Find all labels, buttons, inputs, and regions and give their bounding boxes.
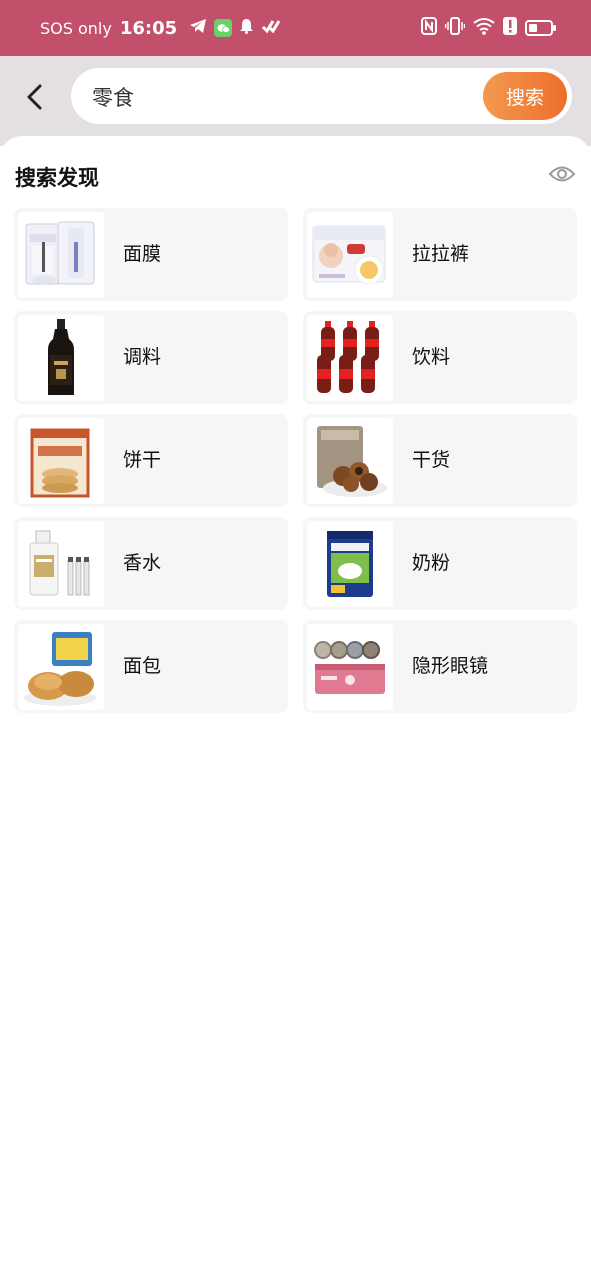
search-discovery-panel: 搜索发现 面膜 拉拉裤 调料 饮料 饼干 干货 香水 奶粉 面包 隐形眼镜 [0, 136, 591, 1280]
biscuit-box-product-image [18, 418, 104, 504]
wechat-icon [214, 19, 233, 37]
battery-icon [525, 20, 556, 36]
alert-icon [503, 17, 517, 39]
item-label: 调料 [123, 346, 162, 368]
item-label: 面包 [123, 655, 162, 677]
telegram-icon [189, 18, 207, 38]
discovery-item-milk-powder[interactable]: 奶粉 [303, 517, 577, 610]
dried-longan-product-image [307, 418, 393, 504]
item-label: 饮料 [412, 346, 451, 368]
discovery-item-face-mask[interactable]: 面膜 [14, 208, 288, 301]
discovery-item-seasoning[interactable]: 调料 [14, 311, 288, 404]
item-label: 面膜 [123, 243, 162, 265]
diaper-product-image [307, 212, 393, 298]
nfc-icon [421, 17, 437, 39]
wifi-icon [473, 17, 495, 39]
discovery-item-drinks[interactable]: 饮料 [303, 311, 577, 404]
search-header: 搜索 [0, 56, 591, 146]
milk-powder-product-image [307, 521, 393, 607]
discovery-item-dried-goods[interactable]: 干货 [303, 414, 577, 507]
search-input[interactable] [90, 68, 474, 126]
discovery-item-contact-lenses[interactable]: 隐形眼镜 [303, 620, 577, 713]
app-check-icon [261, 18, 281, 38]
sauce-bottle-product-image [18, 315, 104, 401]
contact-lens-product-image [307, 624, 393, 710]
chevron-left-icon [27, 84, 42, 110]
item-label: 隐形眼镜 [412, 655, 489, 677]
search-button[interactable]: 搜索 [483, 72, 567, 120]
carrier-text: SOS only [40, 18, 112, 38]
perfume-product-image [18, 521, 104, 607]
item-label: 香水 [123, 552, 162, 574]
search-box: 搜索 [71, 68, 572, 126]
bread-product-image [18, 624, 104, 710]
item-label: 饼干 [123, 449, 162, 471]
discovery-item-biscuits[interactable]: 饼干 [14, 414, 288, 507]
discovery-grid: 面膜 拉拉裤 调料 饮料 饼干 干货 香水 奶粉 面包 隐形眼镜 [14, 208, 577, 713]
item-label: 干货 [412, 449, 451, 471]
bell-icon [239, 18, 254, 38]
item-label: 拉拉裤 [412, 243, 470, 265]
item-label: 奶粉 [412, 552, 451, 574]
discovery-item-bread[interactable]: 面包 [14, 620, 288, 713]
discovery-item-perfume[interactable]: 香水 [14, 517, 288, 610]
cola-bottles-product-image [307, 315, 393, 401]
section-title: 搜索发现 [15, 166, 99, 190]
vibrate-icon [444, 17, 466, 39]
face-mask-product-image [18, 212, 104, 298]
status-bar: SOS only 16:05 [0, 0, 591, 56]
discovery-item-pull-ups[interactable]: 拉拉裤 [303, 208, 577, 301]
eye-icon[interactable] [548, 163, 576, 185]
clock: 16:05 [119, 17, 178, 39]
back-button[interactable] [18, 80, 50, 114]
